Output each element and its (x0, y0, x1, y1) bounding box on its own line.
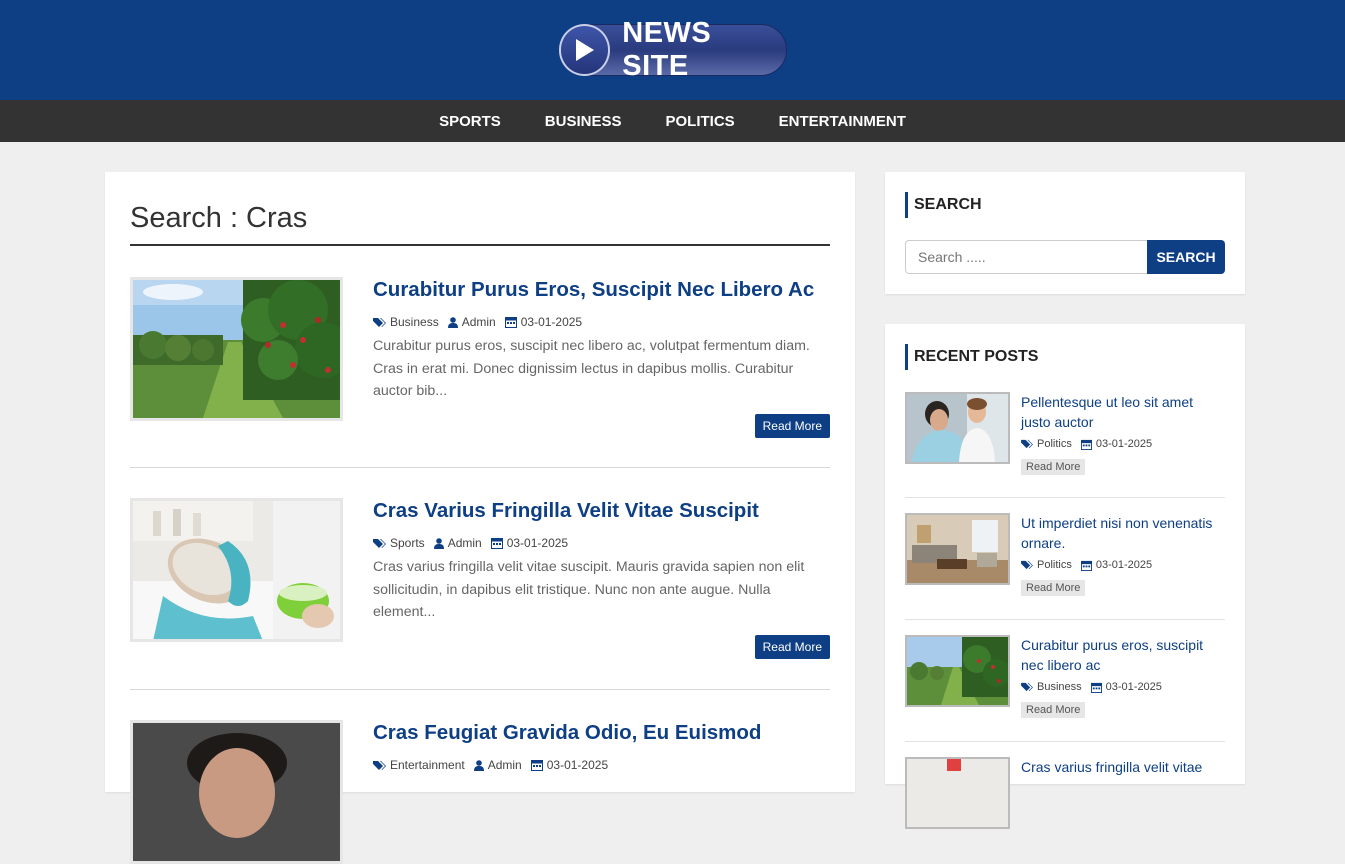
search-input[interactable] (905, 240, 1148, 274)
post-date: 03-01-2025 (530, 758, 608, 772)
search-button[interactable]: SEARCH (1147, 240, 1225, 274)
post-thumbnail-orchard[interactable] (130, 277, 343, 421)
post-category[interactable]: Politics (1021, 438, 1072, 450)
nav-item-entertainment[interactable]: ENTERTAINMENT (757, 113, 928, 130)
post-author[interactable]: Admin (433, 536, 482, 550)
recent-post-title[interactable]: Pellentesque ut leo sit amet justo aucto… (1021, 392, 1225, 432)
post-date: 03-01-2025 (1080, 559, 1152, 571)
nav-item-politics[interactable]: POLITICS (643, 113, 756, 130)
sidebar-recent-posts-widget: RECENT POSTS Pellentesque ut leo sit ame… (885, 324, 1245, 829)
calendar-icon (1080, 439, 1092, 450)
widget-heading: SEARCH (905, 192, 982, 218)
recent-post-title[interactable]: Cras varius fringilla velit vitae (1021, 757, 1225, 777)
divider (905, 497, 1225, 498)
post-title[interactable]: Cras Varius Fringilla Velit Vitae Suscip… (373, 498, 830, 524)
calendar-icon (530, 760, 543, 771)
post-meta: Entertainment Admin 03-01-2025 (373, 758, 830, 772)
page-title: Search : Cras (130, 202, 830, 246)
post-title[interactable]: Cras Feugiat Gravida Odio, Eu Euismod (373, 720, 830, 746)
recent-post-title[interactable]: Ut imperdiet nisi non venenatis ornare. (1021, 513, 1225, 553)
recent-post-meta: Business 03-01-2025 (1021, 681, 1225, 693)
user-icon (447, 316, 458, 328)
nav-item-business[interactable]: BUSINESS (523, 113, 644, 130)
calendar-icon (1090, 682, 1102, 693)
post-date: 03-01-2025 (1080, 438, 1152, 450)
divider (905, 741, 1225, 742)
post-thumbnail-spa[interactable] (130, 498, 343, 642)
post-author[interactable]: Admin (473, 758, 522, 772)
site-header: NEWS SITE (0, 0, 1345, 100)
post-date: 03-01-2025 (1090, 681, 1162, 693)
divider (130, 689, 830, 690)
read-more-button[interactable]: Read More (1021, 580, 1086, 596)
post-author[interactable]: Admin (447, 315, 496, 329)
play-icon (558, 24, 611, 76)
tags-icon (1021, 682, 1033, 692)
post-meta: Sports Admin 03-01-2025 (373, 536, 830, 550)
calendar-icon (1080, 560, 1092, 571)
tags-icon (1021, 439, 1033, 449)
tags-icon (373, 317, 386, 327)
post-category[interactable]: Politics (1021, 559, 1072, 571)
read-more-button[interactable]: Read More (1021, 702, 1086, 718)
widget-heading: RECENT POSTS (905, 344, 1038, 370)
post-excerpt: Cras varius fringilla velit vitae suscip… (373, 559, 805, 620)
post-excerpt: Curabitur purus eros, suscipit nec liber… (373, 338, 810, 399)
logo-text: NEWS SITE (622, 17, 712, 82)
post-category[interactable]: Business (1021, 681, 1082, 693)
post-title[interactable]: Curabitur Purus Eros, Suscipit Nec Liber… (373, 277, 830, 303)
user-icon (473, 759, 484, 771)
divider (130, 467, 830, 468)
recent-thumbnail-doctor[interactable] (905, 392, 1010, 464)
read-more-button[interactable]: Read More (754, 635, 830, 659)
divider (905, 619, 1225, 620)
post-category[interactable]: Sports (373, 536, 425, 550)
recent-post-meta: Politics 03-01-2025 (1021, 438, 1225, 450)
post-meta: Business Admin 03-01-2025 (373, 315, 830, 329)
calendar-icon (504, 317, 517, 328)
sidebar-search-widget: SEARCH SEARCH (885, 172, 1245, 294)
post-thumbnail-portrait[interactable] (130, 720, 343, 864)
post-date: 03-01-2025 (504, 315, 582, 329)
nav-item-sports[interactable]: SPORTS (417, 113, 523, 130)
calendar-icon (490, 538, 503, 549)
user-icon (433, 537, 444, 549)
post-category[interactable]: Entertainment (373, 758, 465, 772)
search-results-panel: Search : Cras Curabitur Purus Eros, Susc… (105, 172, 855, 864)
tags-icon (373, 760, 386, 770)
recent-post-meta: Politics 03-01-2025 (1021, 559, 1225, 571)
tags-icon (1021, 560, 1033, 570)
site-logo[interactable]: NEWS SITE (558, 17, 787, 82)
post-date: 03-01-2025 (490, 536, 568, 550)
recent-post-title[interactable]: Curabitur purus eros, suscipit nec liber… (1021, 635, 1225, 675)
recent-thumbnail-orchard[interactable] (905, 635, 1010, 707)
post-category[interactable]: Business (373, 315, 439, 329)
recent-thumbnail-room[interactable] (905, 513, 1010, 585)
read-more-button[interactable]: Read More (1021, 459, 1086, 475)
read-more-button[interactable]: Read More (754, 414, 830, 438)
tags-icon (373, 538, 386, 548)
main-nav: SPORTS BUSINESS POLITICS ENTERTAINMENT (0, 100, 1345, 142)
